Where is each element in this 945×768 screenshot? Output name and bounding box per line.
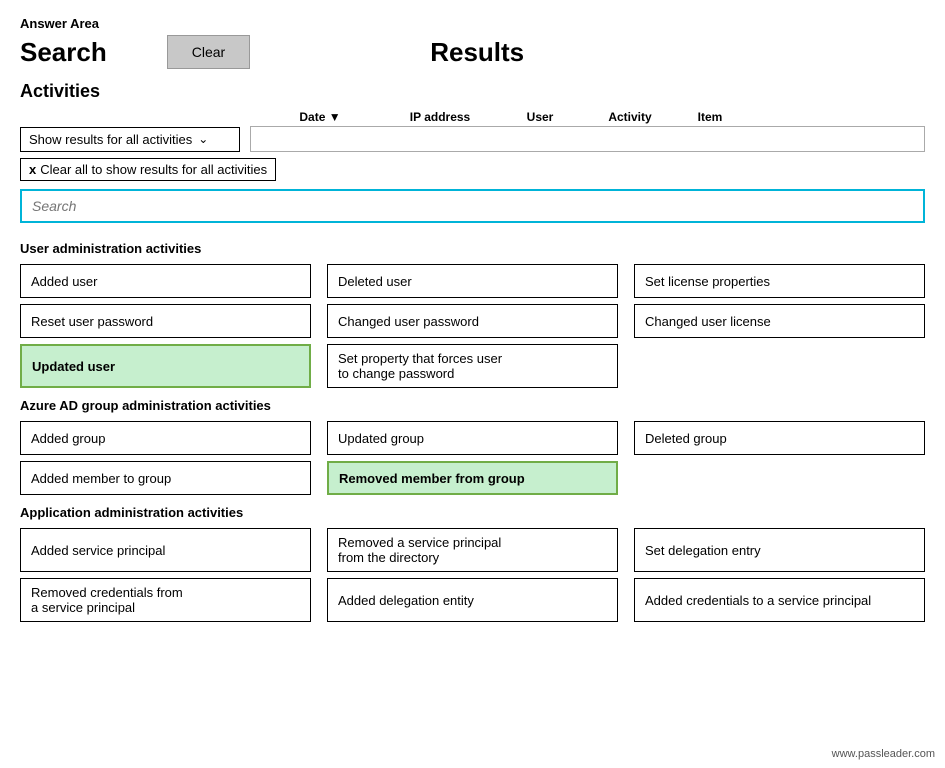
user-admin-grid: Added user Deleted user Set license prop… [20,264,925,388]
list-item-removed-member[interactable]: Removed member from group [327,461,618,495]
list-item[interactable]: Changed user password [327,304,618,338]
results-heading: Results [430,37,524,68]
col-item-header: Item [680,110,740,124]
activities-section: Activities Date ▼ IP address User Activi… [20,81,925,152]
clear-button[interactable]: Clear [167,35,250,69]
user-admin-section: User administration activities Added use… [20,241,925,388]
list-item[interactable]: Deleted group [634,421,925,455]
list-item[interactable]: Reset user password [20,304,311,338]
list-item[interactable]: Added user [20,264,311,298]
app-admin-grid: Added service principal Removed a servic… [20,528,925,622]
list-item-updated-user[interactable]: Updated user [20,344,311,388]
list-item[interactable]: Added delegation entity [327,578,618,622]
list-item[interactable]: Added credentials to a service principal [634,578,925,622]
list-item[interactable]: Set property that forces userto change p… [327,344,618,388]
col-date-header: Date ▼ [260,110,380,124]
col-ip-header: IP address [380,110,500,124]
list-item[interactable]: Added member to group [20,461,311,495]
list-item[interactable]: Removed credentials froma service princi… [20,578,311,622]
list-item[interactable]: Added group [20,421,311,455]
list-item[interactable]: Changed user license [634,304,925,338]
app-admin-title: Application administration activities [20,505,925,520]
search-input[interactable] [20,189,925,223]
user-admin-title: User administration activities [20,241,925,256]
list-item[interactable]: Removed a service principalfrom the dire… [327,528,618,572]
activity-filter-row: Show results for all activities ⌄ [20,126,925,152]
close-icon: x [29,162,36,177]
activities-label: Activities [20,81,925,102]
list-item[interactable]: Updated group [327,421,618,455]
activity-dropdown[interactable]: Show results for all activities ⌄ [20,127,240,152]
col-user-header: User [500,110,580,124]
watermark: www.passleader.com [832,748,935,760]
app-admin-section: Application administration activities Ad… [20,505,925,622]
azure-ad-grid: Added group Updated group Deleted group … [20,421,925,495]
azure-ad-section: Azure AD group administration activities… [20,398,925,495]
filter-row: x Clear all to show results for all acti… [20,158,925,181]
dropdown-label: Show results for all activities [29,132,192,147]
clear-all-tag[interactable]: x Clear all to show results for all acti… [20,158,276,181]
answer-area-label: Answer Area [20,16,925,31]
azure-ad-title: Azure AD group administration activities [20,398,925,413]
list-item[interactable]: Set delegation entry [634,528,925,572]
clear-all-label: Clear all to show results for all activi… [40,162,267,177]
list-item[interactable]: Set license properties [634,264,925,298]
results-bar [250,126,925,152]
list-item[interactable]: Added service principal [20,528,311,572]
search-heading: Search [20,37,107,68]
column-headers: Date ▼ IP address User Activity Item [20,110,925,124]
list-item[interactable]: Deleted user [327,264,618,298]
chevron-down-icon: ⌄ [198,132,208,146]
col-activity-header: Activity [580,110,680,124]
